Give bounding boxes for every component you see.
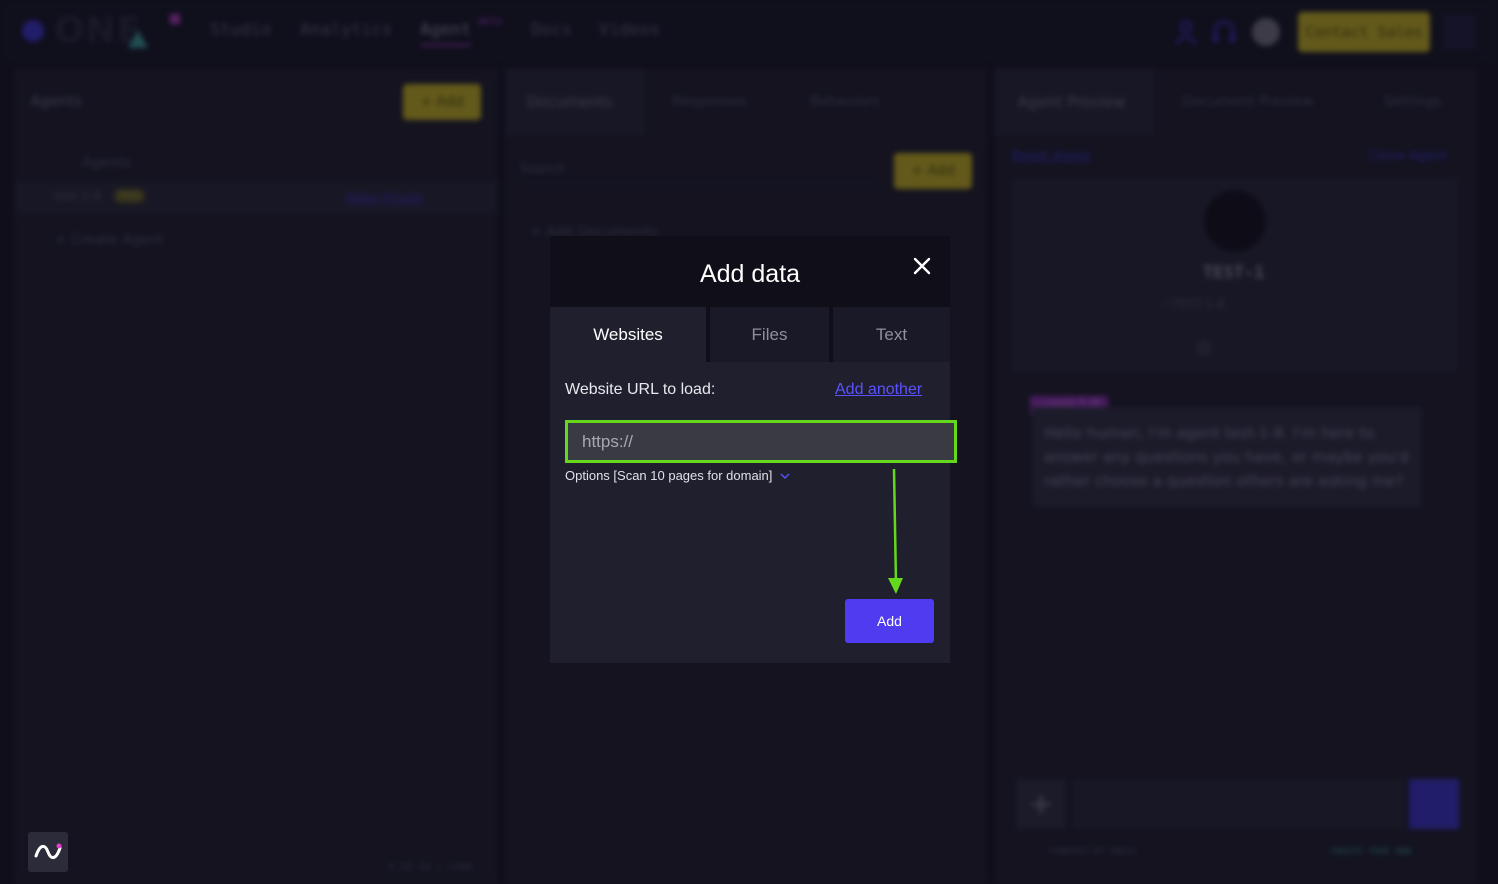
tab-text[interactable]: Text	[833, 307, 950, 362]
user-group-icon[interactable]	[1172, 18, 1200, 46]
clone-agent-link[interactable]: Clone Agent	[1368, 149, 1448, 164]
options-label: Options [Scan 10 pages for domain]	[565, 468, 773, 483]
modal-title: Add data	[699, 260, 801, 288]
logo-circle-icon	[22, 20, 44, 42]
add-data-modal: Add data Websites Files Text Website URL…	[550, 236, 957, 663]
nav-videos[interactable]: Videos	[599, 20, 660, 40]
tab-settings[interactable]: Settings	[1384, 94, 1441, 110]
add-button[interactable]: Add	[845, 599, 934, 643]
chat-input[interactable]	[1072, 779, 1404, 829]
reset-agent-link[interactable]: Reset Agent	[1012, 149, 1091, 164]
agents-folder[interactable]: Agents	[82, 155, 131, 171]
version-label: 4.25.18 / v290	[388, 862, 473, 873]
nav-docs[interactable]: Docs	[531, 20, 572, 40]
create-own-link[interactable]: CREATE YOUR OWN	[1330, 847, 1411, 857]
avatar-icon[interactable]	[1252, 18, 1280, 46]
attach-button[interactable]: +	[1016, 779, 1066, 829]
agent-name: test-1-8	[54, 189, 101, 203]
modal-tabs: Websites Files Text	[550, 307, 950, 362]
tab-agent-preview[interactable]: Agent Preview	[1018, 93, 1126, 111]
make-private-link[interactable]: Make Private	[346, 191, 423, 205]
nav-studio[interactable]: Studio	[210, 20, 271, 40]
agent-title: TEST-1	[1203, 263, 1265, 283]
chevron-down-icon	[780, 473, 790, 479]
agent-badge: Free	[114, 189, 146, 203]
add-document-button[interactable]: + Add	[894, 153, 972, 189]
logo-square-icon	[170, 14, 180, 24]
url-input[interactable]	[565, 420, 957, 463]
tab-behaviors[interactable]: Behaviors	[810, 94, 879, 110]
tab-files[interactable]: Files	[710, 307, 829, 362]
close-button[interactable]	[908, 252, 936, 280]
url-label: Website URL to load:	[565, 381, 716, 398]
nav-analytics[interactable]: Analytics	[300, 20, 392, 40]
close-icon	[913, 257, 931, 275]
headset-icon[interactable]	[1210, 18, 1238, 46]
send-button[interactable]	[1409, 779, 1459, 829]
nav-agent[interactable]: Agent	[420, 20, 472, 46]
create-agent-link[interactable]: + Create Agent	[55, 232, 164, 248]
agent-subtitle: ~TEST-1-8	[1162, 297, 1225, 311]
powered-by: POWERED BY ONEAI	[1050, 847, 1137, 857]
tab-responses[interactable]: Responses	[672, 94, 747, 110]
add-agent-button[interactable]: + Add	[403, 84, 481, 120]
chat-message: Hello human, I'm agent test-1-8. I'm her…	[1032, 407, 1422, 507]
corner-logo-icon[interactable]	[28, 832, 68, 872]
tab-documents[interactable]: Documents	[527, 93, 613, 111]
documents-search[interactable]: Search	[520, 162, 880, 184]
logo-triangle-icon	[128, 30, 148, 48]
tab-websites[interactable]: Websites	[550, 307, 706, 362]
beta-badge: BETA	[478, 17, 503, 28]
dropdown-button[interactable]	[1442, 14, 1476, 50]
tab-document-preview[interactable]: Document Preview	[1182, 94, 1313, 110]
agents-title: Agents	[30, 92, 83, 110]
agent-avatar	[1204, 190, 1266, 252]
contact-sales-button[interactable]: Contact Sales	[1298, 12, 1430, 52]
add-another-link[interactable]: Add another	[835, 381, 922, 399]
options-dropdown[interactable]: Options [Scan 10 pages for domain]	[565, 468, 790, 483]
star-icon[interactable]: ☆	[1194, 336, 1214, 361]
